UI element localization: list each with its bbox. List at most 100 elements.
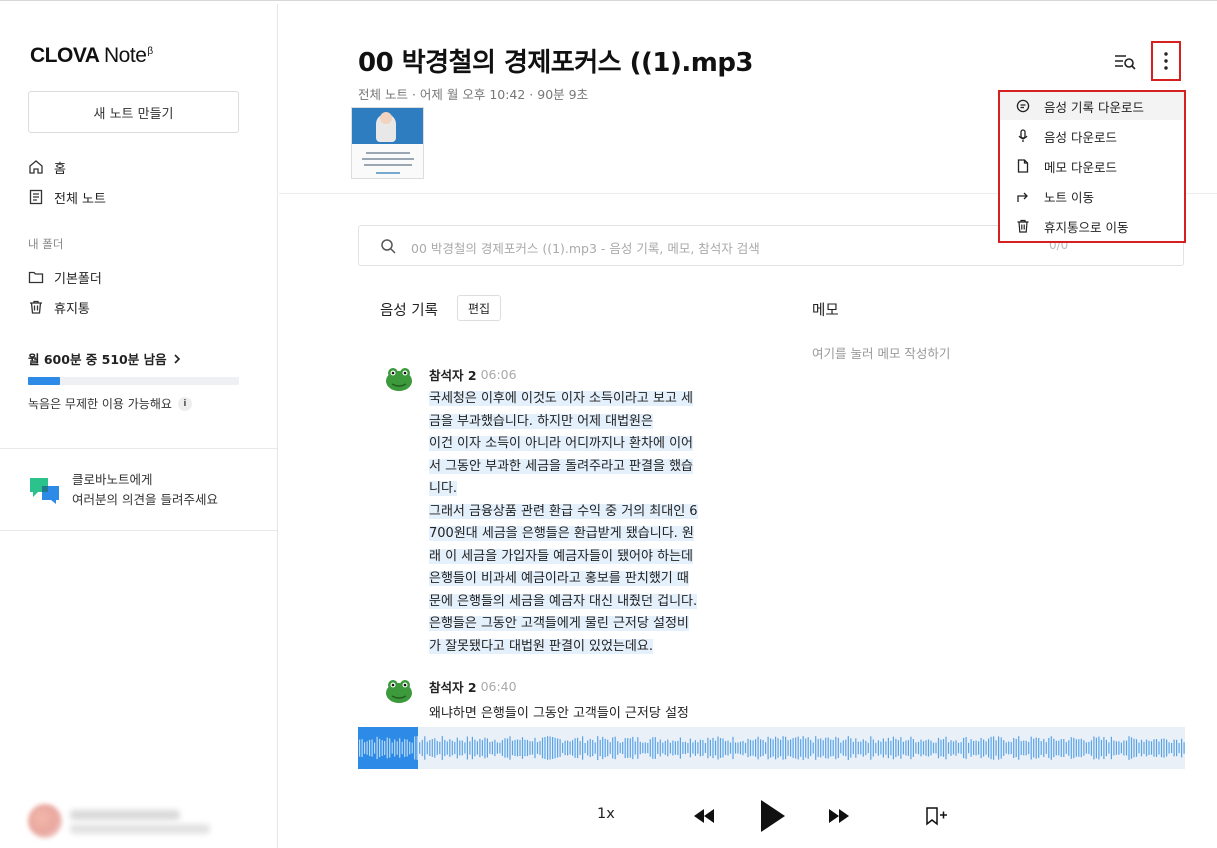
speaker-header[interactable]: 참석자 2 06:40 (429, 677, 517, 696)
waveform-bar (529, 741, 531, 755)
playback-speed-button[interactable]: 1x (597, 806, 615, 822)
speaker-header[interactable]: 참석자 2 06:06 (429, 365, 517, 384)
waveform-bar (416, 736, 418, 760)
transcript-line[interactable]: 은행들은 그동안 고객들에게 물린 근저당 설정비 (429, 616, 689, 631)
timestamp[interactable]: 06:40 (481, 679, 517, 694)
waveform-bar (985, 741, 987, 755)
waveform-bar (1183, 742, 1185, 754)
transcript-line[interactable]: 니다. (429, 481, 458, 496)
rewind-button[interactable] (690, 804, 718, 828)
add-bookmark-button[interactable] (922, 804, 950, 828)
new-note-button[interactable]: 새 노트 만들기 (28, 91, 239, 133)
menu-item-label: 노트 이동 (1044, 189, 1094, 205)
waveform-bar (887, 737, 889, 759)
waveform-bar (973, 741, 975, 755)
waveform-bar (880, 741, 882, 755)
waveform-bar (755, 739, 757, 757)
rewind-icon (694, 809, 714, 823)
transcript-line[interactable]: 700원대 세금을 은행들은 환급받게 됐습니다. 원 (429, 526, 694, 541)
waveform-bar (516, 739, 519, 757)
note-thumbnail[interactable] (351, 107, 424, 179)
transcript-line[interactable]: 이건 이자 소득이 아니라 어디까지나 환차에 이어 (429, 436, 693, 451)
menu-item-download-memo[interactable]: 메모 다운로드 (1000, 152, 1184, 180)
transcript-line[interactable]: 래 이 세금을 가입자들 예금자들이 됐어야 하는데 (429, 548, 693, 564)
transcript-line[interactable]: 금을 부과했습니다. 하지만 어제 대법원은 (429, 413, 653, 429)
search-icon (381, 239, 396, 254)
waveform-bar (521, 737, 524, 759)
waveform-bar (737, 742, 739, 754)
speaker-name[interactable]: 참석자 2 (429, 677, 477, 696)
waveform-bar (622, 741, 624, 755)
waveform-bar (667, 739, 669, 757)
user-profile[interactable] (28, 800, 210, 840)
feedback-banner[interactable]: 클로바노트에게 여러분의 의견을 들려주세요 (28, 470, 218, 510)
waveform-bar (917, 741, 920, 755)
transcript-text[interactable]: 국세청은 이후에 이것도 이자 소득이라고 보고 세금을 부과했습니다. 하지만… (429, 388, 739, 658)
play-button[interactable] (755, 797, 789, 835)
waveform-bar (780, 739, 782, 757)
menu-item-download-audio[interactable]: 음성 다운로드 (1000, 122, 1184, 150)
sidebar-item-all-notes[interactable]: 전체 노트 (28, 186, 106, 208)
transcript-line[interactable]: 국세청은 이후에 이것도 이자 소득이라고 보고 세 (429, 391, 693, 406)
waveform-bar (760, 739, 762, 757)
waveform-bar (882, 738, 884, 758)
quota-link[interactable]: 월 600분 중 510분 남음 (28, 349, 181, 368)
menu-item-download-transcript[interactable]: 음성 기록 다운로드 (1000, 92, 1184, 120)
waveform-bar (709, 739, 711, 757)
waveform-bar (885, 741, 887, 755)
waveform-bar (847, 736, 849, 760)
sidebar-item-home[interactable]: 홈 (28, 156, 66, 178)
speaker-name[interactable]: 참석자 2 (429, 365, 477, 384)
waveform-bar (607, 739, 609, 757)
speaker-avatar-icon (386, 368, 412, 391)
transcript-line[interactable]: 은행들이 비과세 예금이라고 홍보를 판치했기 때 (429, 571, 689, 586)
waveform-bar (1015, 738, 1017, 758)
waveform-bar (1053, 738, 1055, 758)
waveform-bar (1088, 742, 1090, 754)
waveform-bar (1163, 738, 1165, 758)
memo-input[interactable]: 여기를 눌러 메모 작성하기 (812, 343, 950, 362)
waveform-bar (389, 738, 391, 758)
search-input[interactable]: 00 박경철의 경제포커스 ((1).mp3 - 음성 기록, 메모, 참석자 … (411, 238, 760, 257)
waveform-bar (922, 741, 925, 755)
waveform-bar (1160, 738, 1163, 758)
waveform-bar (857, 741, 859, 755)
waveform-bar (1030, 736, 1032, 760)
transcript-text[interactable]: 왜냐하면 은행들이 그동안 고객들이 근저당 설정 (429, 702, 689, 721)
waveform-bar (955, 740, 957, 756)
waveform-bar (1171, 743, 1173, 753)
waveform-bar (1095, 737, 1097, 759)
sidebar-item-trash[interactable]: 휴지통 (28, 296, 90, 318)
waveform-bar (652, 737, 654, 759)
edit-transcript-button[interactable]: 편집 (457, 295, 501, 321)
waveform-bar (900, 737, 902, 759)
transcript-line[interactable]: 서 그동안 부과한 세금을 돌려주라고 판결을 했습 (429, 458, 693, 474)
app-logo[interactable]: CLOVA Noteβ (30, 44, 153, 68)
fast-forward-button[interactable] (825, 804, 853, 828)
waveform-bar (1063, 739, 1065, 757)
waveform-bar (1043, 738, 1045, 758)
waveform-bar (837, 737, 839, 758)
waveform-bar (449, 739, 451, 757)
transcript-line[interactable]: 그래서 금융상품 관련 환급 수익 중 거의 최대인 6 (429, 503, 698, 519)
waveform-bar (940, 739, 942, 757)
waveform-bar (506, 738, 509, 758)
menu-item-move-note[interactable]: 노트 이동 (1000, 182, 1184, 210)
audio-waveform-seekbar[interactable] (358, 727, 1185, 769)
home-icon (29, 160, 43, 174)
sidebar-item-default-folder[interactable]: 기본폴더 (28, 266, 102, 288)
waveform-bar (815, 736, 817, 760)
waveform-bar (1133, 738, 1135, 758)
waveform-bar (439, 741, 441, 755)
search-transcript-button[interactable] (1112, 51, 1138, 73)
menu-item-move-to-trash[interactable]: 휴지통으로 이동 (1000, 212, 1184, 240)
info-icon[interactable]: i (177, 396, 192, 411)
waveform-bar (1138, 742, 1140, 754)
transcript-line[interactable]: 문에 은행들의 세금을 예금자 대신 내줬던 겁니다. (429, 593, 698, 609)
waveform-bar (1060, 739, 1062, 757)
waveform-bar (386, 737, 388, 759)
waveform-bar (777, 738, 779, 758)
more-options-button[interactable] (1151, 41, 1181, 81)
transcript-line[interactable]: 가 잘못됐다고 대법원 판결이 있었는데요. (429, 638, 653, 654)
timestamp[interactable]: 06:06 (481, 367, 517, 382)
